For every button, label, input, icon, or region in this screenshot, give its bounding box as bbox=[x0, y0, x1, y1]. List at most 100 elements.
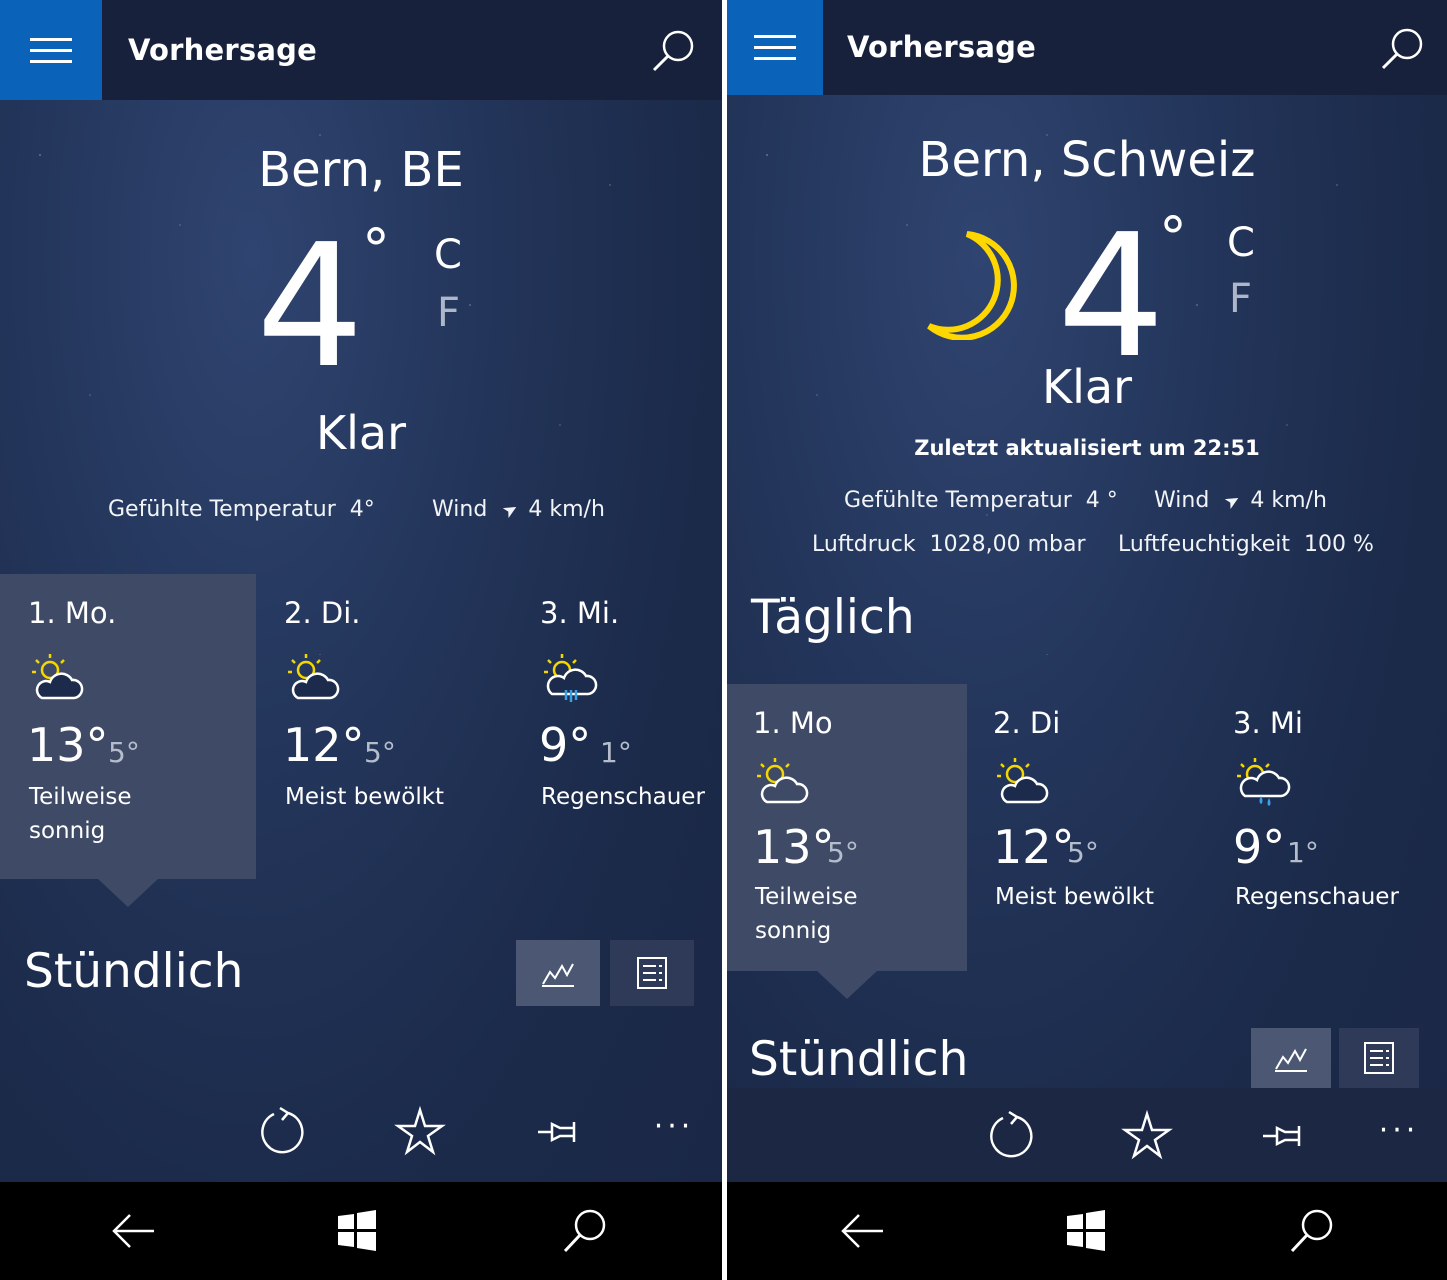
wind-label: Wind bbox=[1154, 488, 1210, 513]
humidity-label: Luftfeuchtigkeit bbox=[1118, 532, 1290, 557]
pressure-label: Luftdruck bbox=[812, 532, 916, 557]
feels-like-value: 4° bbox=[349, 497, 375, 522]
wind-label: Wind bbox=[432, 497, 488, 522]
line-chart-icon bbox=[1275, 1048, 1307, 1072]
day-low-temp: 1° bbox=[600, 736, 632, 769]
day-label: 3. Mi. bbox=[540, 596, 620, 630]
day-card-1[interactable]: 1. Mo 13° 5° Teilweise sonnig bbox=[727, 684, 967, 971]
moon-icon bbox=[927, 231, 1017, 340]
degree-symbol: ° bbox=[1159, 206, 1187, 271]
day-condition: Regenschauer bbox=[541, 784, 705, 810]
wind-direction-icon: ➤ bbox=[1221, 488, 1245, 515]
favorite-star-icon[interactable] bbox=[1119, 1108, 1175, 1164]
windows-start-icon[interactable] bbox=[332, 1206, 382, 1256]
degree-symbol: ° bbox=[362, 218, 390, 283]
wind-direction-icon: ➤ bbox=[499, 497, 523, 524]
hamburger-menu-button[interactable] bbox=[0, 0, 102, 100]
list-icon bbox=[1364, 1042, 1394, 1074]
command-bar: ··· bbox=[0, 1084, 722, 1184]
day-low-temp: 1° bbox=[1287, 836, 1319, 869]
title-bar: Vorhersage bbox=[0, 0, 722, 100]
more-options-button[interactable]: ··· bbox=[646, 1098, 702, 1154]
day-low-temp: 5° bbox=[827, 836, 859, 869]
day-label: 1. Mo bbox=[753, 706, 833, 740]
favorite-star-icon[interactable] bbox=[392, 1104, 448, 1160]
list-view-button[interactable] bbox=[610, 940, 694, 1006]
location-name: Bern, Schweiz bbox=[918, 132, 1256, 188]
day-condition: Regenschauer bbox=[1235, 884, 1399, 910]
fahrenheit-toggle[interactable]: F bbox=[1229, 276, 1252, 322]
day-card-3[interactable]: 3. Mi. 9° 1° Regenschauer bbox=[512, 574, 722, 879]
app-title: Vorhersage bbox=[128, 33, 317, 67]
current-condition: Klar bbox=[1041, 360, 1133, 414]
day-label: 2. Di. bbox=[284, 596, 361, 630]
day-condition-line-2: sonnig bbox=[29, 818, 106, 844]
search-icon[interactable] bbox=[560, 1206, 610, 1256]
rain-showers-icon bbox=[1237, 758, 1291, 806]
phone-screen-right: Vorhersage Bern, Schweiz 4 ° C F Klar Zu… bbox=[727, 0, 1447, 1280]
search-icon[interactable] bbox=[1379, 26, 1425, 72]
day-high-temp: 9° bbox=[1233, 820, 1286, 874]
system-nav-bar bbox=[727, 1182, 1447, 1280]
feels-like-value: 4 ° bbox=[1085, 488, 1118, 513]
day-condition: Meist bewölkt bbox=[995, 884, 1155, 910]
pin-icon[interactable] bbox=[530, 1104, 586, 1160]
day-card-2[interactable]: 2. Di. 12° 5° Meist bewölkt bbox=[256, 574, 512, 879]
day-condition-line-2: sonnig bbox=[755, 918, 832, 944]
location-name: Bern, BE bbox=[258, 142, 464, 198]
day-condition: Meist bewölkt bbox=[285, 784, 445, 810]
back-arrow-icon[interactable] bbox=[108, 1206, 158, 1256]
day-card-2[interactable]: 2. Di 12° 5° Meist bewölkt bbox=[967, 684, 1207, 971]
day-low-temp: 5° bbox=[1067, 836, 1099, 869]
pressure-value: 1028,00 mbar bbox=[929, 532, 1086, 557]
chart-view-button[interactable] bbox=[1251, 1028, 1331, 1088]
list-view-button[interactable] bbox=[1339, 1028, 1419, 1088]
daily-title: Täglich bbox=[751, 590, 915, 645]
current-condition: Klar bbox=[315, 406, 407, 460]
day-low-temp: 5° bbox=[364, 736, 396, 769]
hamburger-menu-button[interactable] bbox=[727, 0, 823, 95]
mostly-cloudy-icon bbox=[288, 654, 340, 700]
current-temperature: 4 bbox=[256, 208, 365, 406]
title-bar: Vorhersage bbox=[727, 0, 1447, 95]
fahrenheit-toggle[interactable]: F bbox=[437, 290, 460, 336]
celsius-toggle[interactable]: C bbox=[1227, 220, 1255, 266]
day-condition: Teilweise sonnig bbox=[755, 880, 858, 948]
back-arrow-icon[interactable] bbox=[837, 1206, 887, 1256]
day-card-1[interactable]: 1. Mo. 13° 5° Teilweise sonnig bbox=[0, 574, 256, 879]
day-label: 2. Di bbox=[993, 706, 1061, 740]
last-updated: Zuletzt aktualisiert um 22:51 bbox=[914, 436, 1260, 460]
windows-start-icon[interactable] bbox=[1061, 1206, 1111, 1256]
list-icon bbox=[637, 957, 667, 989]
pressure: Luftdruck 1028,00 mbar bbox=[812, 532, 1085, 557]
hourly-title: Stündlich bbox=[24, 944, 244, 999]
command-bar: ··· bbox=[727, 1088, 1447, 1188]
refresh-icon[interactable] bbox=[254, 1104, 310, 1160]
day-card-3[interactable]: 3. Mi 9° 1° Regenschauer bbox=[1207, 684, 1447, 971]
humidity: Luftfeuchtigkeit 100 % bbox=[1118, 532, 1374, 557]
wind-value: 4 km/h bbox=[528, 497, 605, 522]
system-nav-bar bbox=[0, 1182, 722, 1280]
rain-showers-icon bbox=[544, 654, 598, 702]
day-condition: Teilweise sonnig bbox=[29, 780, 132, 848]
search-icon[interactable] bbox=[650, 28, 696, 74]
refresh-icon[interactable] bbox=[983, 1108, 1039, 1164]
chart-view-button[interactable] bbox=[516, 940, 600, 1006]
hourly-title: Stündlich bbox=[749, 1032, 969, 1087]
humidity-value: 100 % bbox=[1304, 532, 1374, 557]
selected-day-pointer bbox=[817, 971, 877, 999]
more-options-button[interactable]: ··· bbox=[1371, 1102, 1427, 1158]
day-label: 3. Mi bbox=[1233, 706, 1303, 740]
current-temperature: 4 bbox=[1057, 198, 1166, 396]
day-condition-line-1: Teilweise bbox=[755, 884, 858, 910]
pin-icon[interactable] bbox=[1255, 1108, 1311, 1164]
day-condition-line-1: Teilweise bbox=[29, 784, 132, 810]
partly-sunny-icon bbox=[757, 758, 809, 804]
day-high-temp: 12° bbox=[993, 820, 1075, 874]
celsius-toggle[interactable]: C bbox=[434, 232, 462, 278]
search-icon[interactable] bbox=[1287, 1206, 1337, 1256]
feels-like: Gefühlte Temperatur 4 ° bbox=[844, 488, 1118, 513]
partly-sunny-icon bbox=[32, 654, 84, 700]
selected-day-pointer bbox=[98, 879, 158, 907]
app-title: Vorhersage bbox=[847, 30, 1036, 64]
